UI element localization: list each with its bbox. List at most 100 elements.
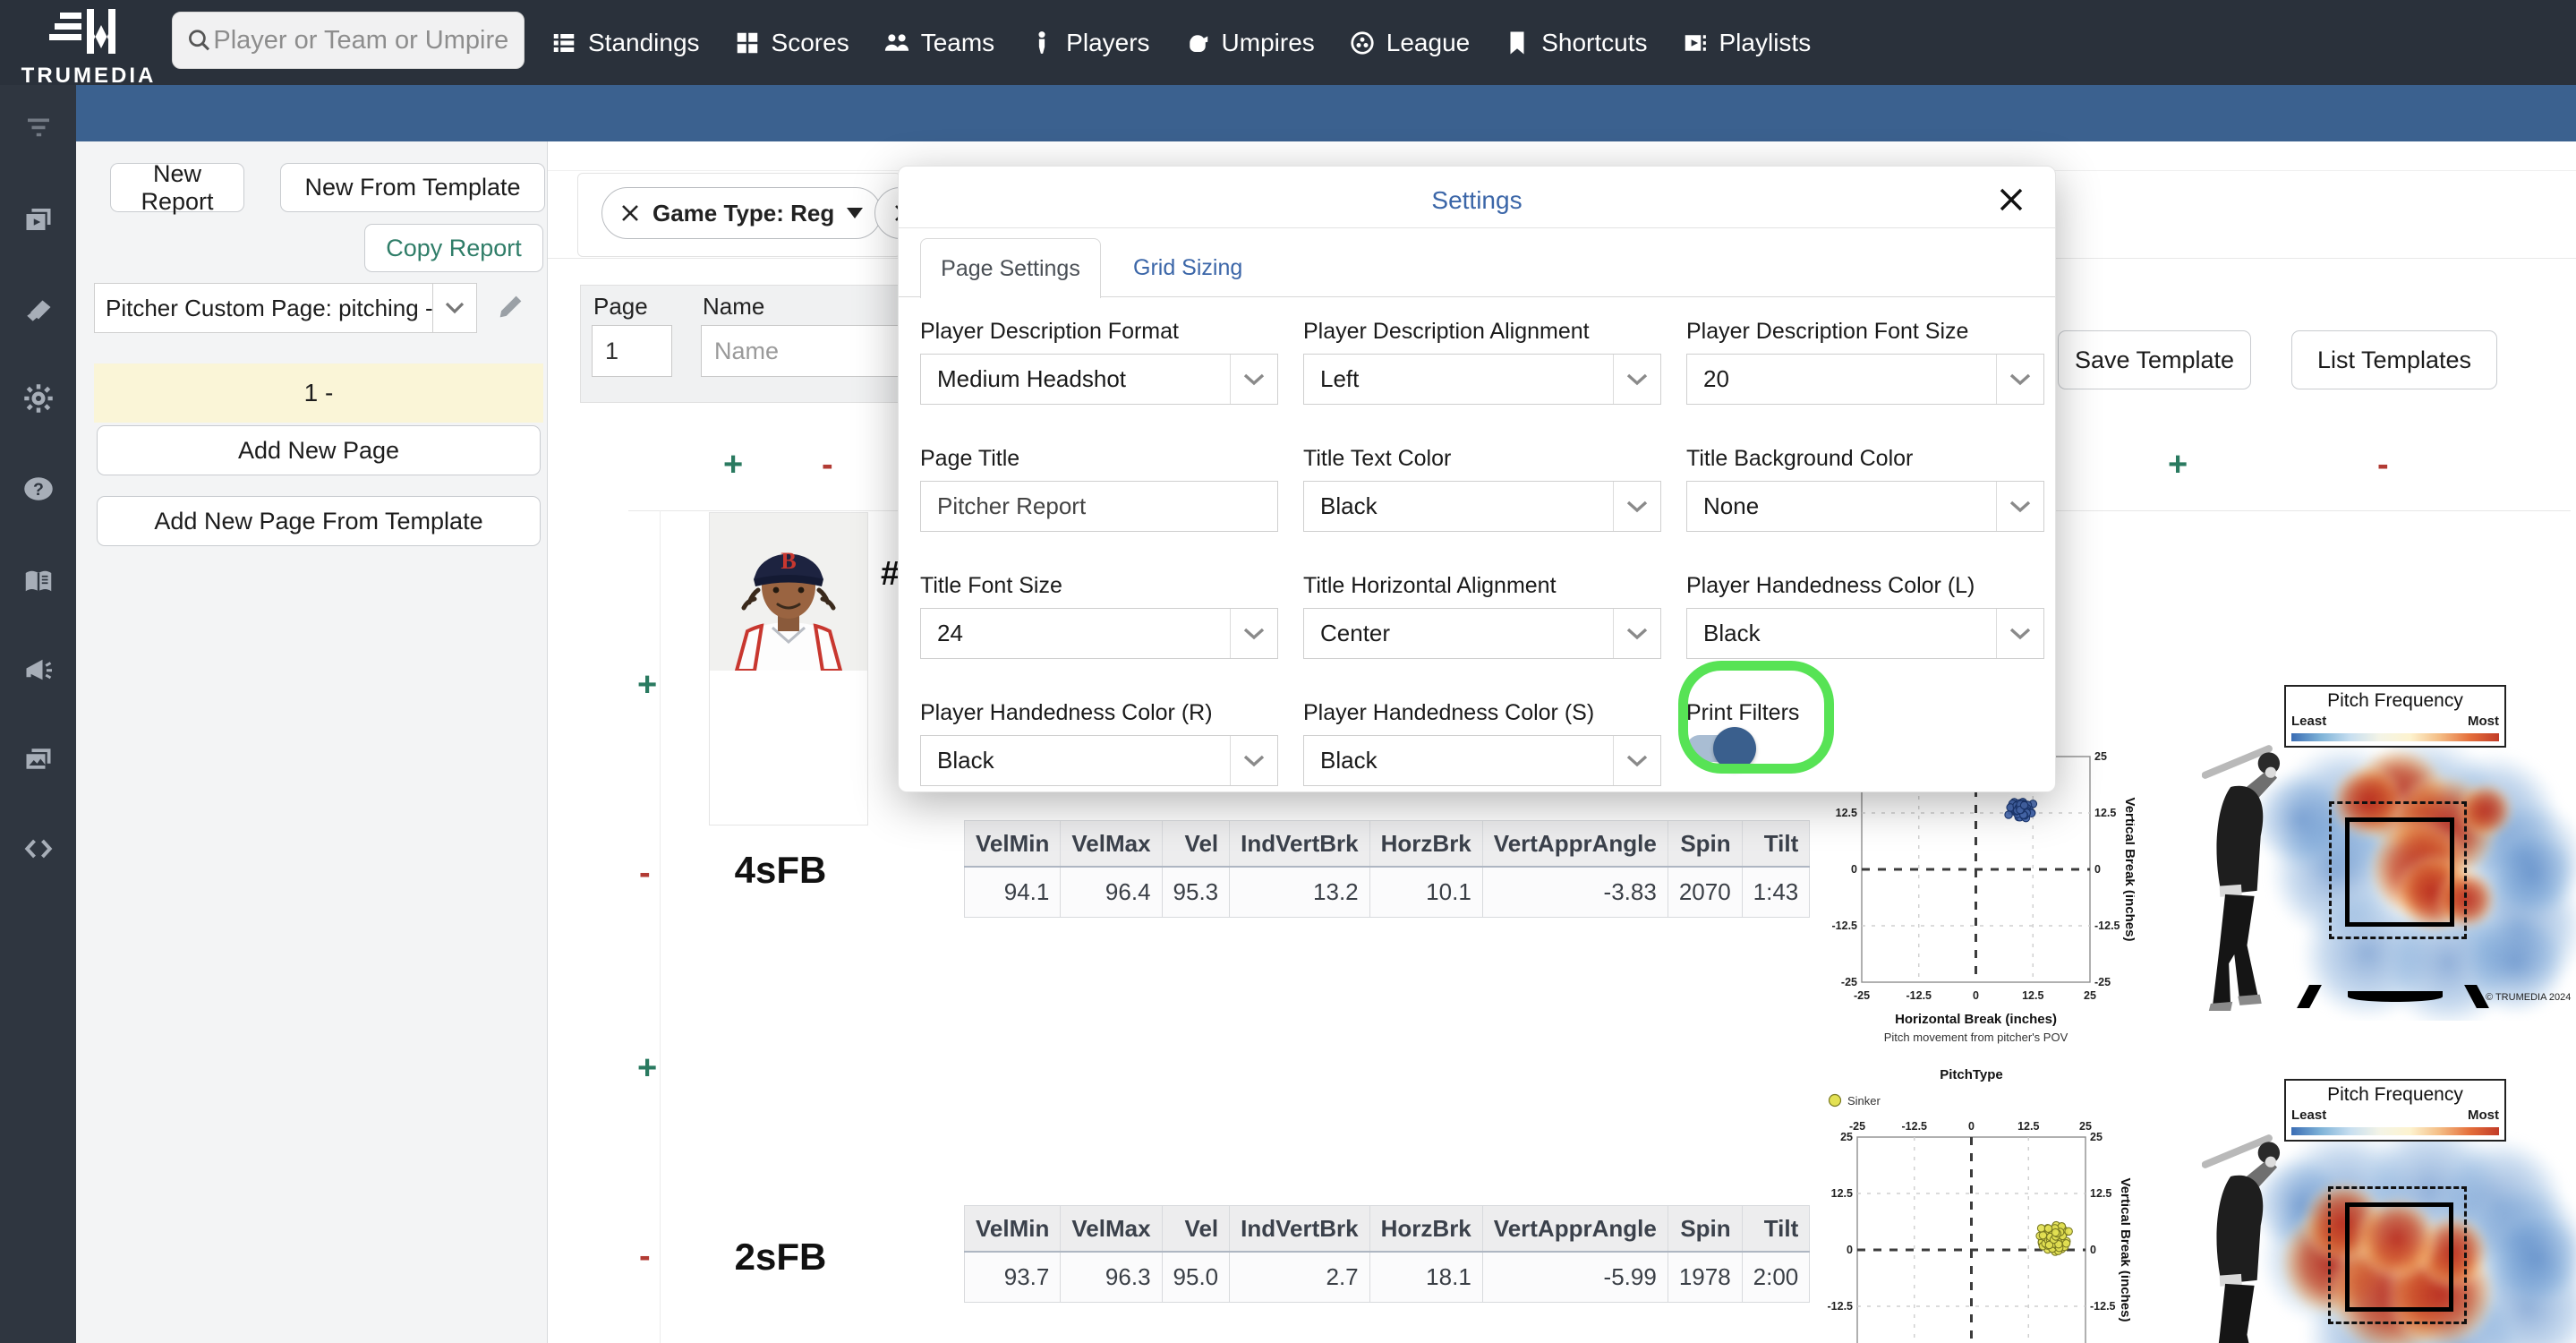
video-playlist-icon — [26, 209, 50, 230]
sidebar-help-icon[interactable]: ? — [0, 462, 76, 516]
settings-field: Player Description Format Medium Headshot — [920, 319, 1278, 405]
new-report-button[interactable]: New Report — [110, 160, 244, 215]
nav-item-label: Playlists — [1719, 28, 1812, 56]
close-icon[interactable] — [1998, 186, 2025, 218]
svg-text:-12.5: -12.5 — [2090, 1300, 2116, 1313]
title-text-color-select[interactable]: Black — [1303, 481, 1661, 532]
global-search[interactable] — [172, 12, 525, 69]
standings-list-icon — [553, 33, 575, 52]
nav-item-teams[interactable]: Teams — [883, 29, 994, 57]
stat-value: 95.3 — [1161, 866, 1231, 918]
stat-column-header: VelMin — [963, 1205, 1062, 1253]
field-label: Player Handedness Color (R) — [920, 700, 1213, 725]
svg-text:12.5: 12.5 — [2017, 1120, 2039, 1133]
title-background-color-select[interactable]: None — [1686, 481, 2044, 532]
sidebar-book-icon[interactable] — [0, 554, 76, 608]
svg-text:0: 0 — [1973, 989, 1979, 1002]
page-number-input[interactable] — [592, 325, 672, 377]
copy-report-button[interactable]: Copy Report — [364, 224, 543, 272]
player-person-icon — [1038, 30, 1045, 54]
nav-item-standings[interactable]: Standings — [550, 29, 700, 57]
player-handedness-color-s--select[interactable]: Black — [1303, 735, 1661, 786]
scale-max-label: Most — [2468, 714, 2499, 729]
list-templates-button[interactable]: List Templates — [2291, 330, 2497, 389]
nav-item-shortcuts[interactable]: Shortcuts — [1504, 29, 1648, 57]
stat-column-header: VertApprAngle — [1481, 820, 1668, 868]
add-new-page-from-template-button[interactable]: Add New Page From Template — [97, 496, 541, 546]
stat-column-header: VelMax — [1060, 820, 1163, 868]
stat-value: 2:00 — [1741, 1251, 1811, 1303]
stat-value: -5.99 — [1481, 1251, 1668, 1303]
sidebar-image-stack-icon[interactable] — [0, 733, 76, 787]
nav-item-players[interactable]: Players — [1028, 29, 1150, 57]
heatmap-legend: Pitch Frequency Least Most — [2284, 1079, 2506, 1142]
new-from-template-button[interactable]: New From Template — [280, 163, 545, 212]
print-filters-toggle[interactable] — [1686, 727, 1756, 770]
copyright-text: © TRUMEDIA 2024 — [2486, 992, 2572, 1003]
nav-item-playlists[interactable]: Playlists — [1682, 28, 1812, 57]
add-new-page-button[interactable]: Add New Page — [97, 425, 541, 475]
pitch-frequency-heatmap: Pitch Frequency Least Most — [2197, 1074, 2576, 1343]
stat-value: 2070 — [1667, 866, 1743, 918]
nav-item-league[interactable]: League — [1349, 29, 1470, 57]
player-handedness-color-r--select[interactable]: Black — [920, 735, 1278, 786]
page-title-input[interactable] — [920, 481, 1278, 532]
frequency-gradient-bar — [2291, 1127, 2499, 1135]
chevron-down-icon — [1613, 482, 1660, 531]
remove-row-button[interactable]: - — [639, 1239, 651, 1273]
sidebar-filter-icon[interactable] — [0, 101, 76, 155]
stat-value: 94.1 — [963, 866, 1062, 918]
chevron-down-icon — [1613, 609, 1660, 658]
select-value: Black — [1320, 492, 1378, 519]
megaphone-icon — [26, 659, 52, 680]
page-list-item-1[interactable]: 1 - — [94, 364, 543, 423]
heatmap-title: Pitch Frequency — [2327, 690, 2463, 711]
stat-value: 93.7 — [963, 1251, 1062, 1303]
add-row-button[interactable]: + — [637, 1051, 657, 1085]
player-description-font-size-select[interactable]: 20 — [1686, 354, 2044, 405]
stat-column-header: Spin — [1667, 820, 1743, 868]
save-template-button[interactable]: Save Template — [2058, 330, 2251, 389]
stat-column-header: IndVertBrk — [1229, 1205, 1370, 1253]
svg-text:PitchType: PitchType — [1940, 1067, 2003, 1082]
strike-zone — [2345, 1202, 2453, 1312]
nav-item-umpires[interactable]: Umpires — [1184, 29, 1315, 57]
filter-chip-game-type-reg[interactable]: Game Type: Reg — [601, 187, 883, 239]
select-value: Black — [1320, 747, 1378, 774]
report-select[interactable]: Pitcher Custom Page: pitching -... — [94, 283, 477, 333]
chevron-down-icon — [1996, 482, 2043, 531]
remove-row-button[interactable]: - — [639, 856, 651, 890]
sidebar-gear-icon[interactable] — [0, 372, 76, 425]
frequency-gradient-bar — [2291, 733, 2499, 741]
name-label: Name — [703, 293, 765, 320]
sidebar-video-playlist-icon[interactable] — [0, 192, 76, 246]
title-font-size-select[interactable]: 24 — [920, 608, 1278, 659]
add-column-button[interactable]: + — [2168, 448, 2188, 482]
nav-item-label: League — [1386, 28, 1471, 56]
batter-silhouette-icon — [2202, 1134, 2281, 1343]
teams-people-icon — [884, 33, 908, 51]
edit-pencil-icon[interactable] — [495, 292, 525, 327]
add-column-button[interactable]: + — [723, 448, 743, 482]
player-handedness-color-l--select[interactable]: Black — [1686, 608, 2044, 659]
stat-column-header: HorzBrk — [1369, 820, 1483, 868]
svg-text:12.5: 12.5 — [1831, 1187, 1853, 1200]
title-horizontal-alignment-select[interactable]: Center — [1303, 608, 1661, 659]
settings-modal: Settings Page Settings Grid Sizing Playe… — [898, 166, 2056, 792]
sidebar-megaphone-icon[interactable] — [0, 643, 76, 697]
search-input[interactable] — [211, 24, 509, 56]
player-description-alignment-select[interactable]: Left — [1303, 354, 1661, 405]
remove-column-button[interactable]: - — [822, 448, 833, 482]
remove-column-button[interactable]: - — [2377, 448, 2389, 482]
grid-col-border — [660, 510, 661, 1343]
tab-grid-sizing[interactable]: Grid Sizing — [1133, 238, 1242, 297]
player-description-format-select[interactable]: Medium Headshot — [920, 354, 1278, 405]
sidebar-code-icon[interactable] — [0, 822, 76, 876]
nav-item-scores[interactable]: Scores — [734, 29, 849, 57]
remove-filter-icon[interactable] — [620, 203, 640, 223]
tab-page-settings[interactable]: Page Settings — [920, 238, 1101, 298]
sidebar-cards-icon[interactable] — [0, 283, 76, 337]
add-row-button[interactable]: + — [637, 668, 657, 702]
trumedia-logo[interactable]: TRUMEDIA — [13, 4, 165, 89]
settings-field: Title Text Color Black — [1303, 446, 1661, 532]
